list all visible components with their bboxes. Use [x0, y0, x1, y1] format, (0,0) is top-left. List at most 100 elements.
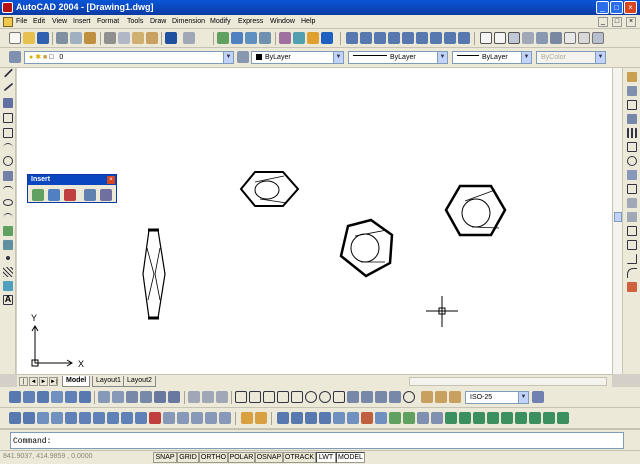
- external-reference-icon[interactable]: [48, 189, 60, 201]
- surface-wedge-icon[interactable]: [51, 412, 63, 424]
- publish-icon[interactable]: [84, 32, 96, 44]
- open-icon[interactable]: [23, 32, 35, 44]
- drawing-canvas[interactable]: Y X: [17, 68, 612, 374]
- cylinder-icon[interactable]: [37, 391, 49, 403]
- break-at-point-icon[interactable]: [627, 226, 637, 236]
- render-icon[interactable]: [550, 32, 562, 44]
- camera-icon[interactable]: [487, 412, 499, 424]
- continue-dimension-icon[interactable]: [375, 391, 387, 403]
- 3d-face-icon[interactable]: [23, 412, 35, 424]
- array-icon[interactable]: [627, 128, 637, 138]
- ordinate-dimension-icon[interactable]: [277, 391, 289, 403]
- hex-nut-top-view-2[interactable]: [339, 218, 394, 278]
- plot-preview-icon[interactable]: [70, 32, 82, 44]
- mapping-icon[interactable]: [333, 412, 345, 424]
- linetype-dropdown[interactable]: ByLayer ▼: [348, 51, 448, 64]
- revolved-surface-icon[interactable]: [177, 412, 189, 424]
- model-space-toggle[interactable]: MODEL: [336, 452, 365, 463]
- dimension-update-icon[interactable]: [449, 391, 461, 403]
- torus-icon[interactable]: [79, 391, 91, 403]
- materials-library-icon[interactable]: [319, 412, 331, 424]
- wireframe-icon[interactable]: [564, 32, 576, 44]
- cursor-coordinates[interactable]: 841.9037, 414.9859 , 0.0000: [3, 453, 93, 460]
- menu-draw[interactable]: Draw: [150, 18, 166, 25]
- layer-manager-icon[interactable]: [9, 51, 21, 63]
- flat-shaded-icon[interactable]: [592, 32, 604, 44]
- lineweight-dropdown[interactable]: ByLayer ▼: [452, 51, 532, 64]
- surface-sphere-icon[interactable]: [93, 412, 105, 424]
- mdi-minimize-button[interactable]: _: [598, 17, 608, 27]
- landscape-library-icon[interactable]: [403, 412, 415, 424]
- tab-layout2[interactable]: Layout2: [123, 376, 156, 387]
- view-top-icon[interactable]: [480, 32, 492, 44]
- menu-view[interactable]: View: [52, 18, 67, 25]
- ellipse-arc-icon[interactable]: [3, 213, 13, 223]
- pan-3d-icon[interactable]: [543, 412, 555, 424]
- zoom-3d-icon[interactable]: [529, 412, 541, 424]
- zoom-all-icon[interactable]: [374, 32, 386, 44]
- materials-icon[interactable]: [305, 412, 317, 424]
- fog-icon[interactable]: [361, 412, 373, 424]
- section-icon[interactable]: [140, 391, 152, 403]
- zoom-out-icon[interactable]: [360, 32, 372, 44]
- new-icon[interactable]: [9, 32, 21, 44]
- otrack-toggle[interactable]: OTRACK: [283, 452, 316, 463]
- zoom-center-icon[interactable]: [416, 32, 428, 44]
- clip-plane-icon[interactable]: [515, 412, 527, 424]
- hidden-icon[interactable]: [578, 32, 590, 44]
- ruled-surface-icon[interactable]: [205, 412, 217, 424]
- back-clip-icon[interactable]: [557, 412, 569, 424]
- mdi-restore-button[interactable]: □: [612, 17, 622, 27]
- jogged-dimension-icon[interactable]: [305, 391, 317, 403]
- surface-torus-icon[interactable]: [135, 412, 147, 424]
- snap-toggle[interactable]: SNAP: [153, 452, 177, 463]
- swivel-icon[interactable]: [473, 412, 485, 424]
- move-icon[interactable]: [627, 142, 637, 152]
- wedge-icon[interactable]: [65, 391, 77, 403]
- extrude-icon[interactable]: [98, 391, 110, 403]
- revolve-icon[interactable]: [112, 391, 124, 403]
- dimension-edit-icon[interactable]: [421, 391, 433, 403]
- close-button[interactable]: ×: [624, 1, 637, 14]
- revision-cloud-icon[interactable]: [3, 171, 13, 181]
- circle-icon[interactable]: [3, 156, 13, 166]
- zoom-dynamic-icon[interactable]: [444, 32, 456, 44]
- menu-express[interactable]: Express: [238, 18, 263, 25]
- dome-icon[interactable]: [107, 412, 119, 424]
- save-icon[interactable]: [37, 32, 49, 44]
- grid-toggle[interactable]: GRID: [177, 452, 199, 463]
- break-icon[interactable]: [627, 240, 637, 250]
- slice-icon[interactable]: [126, 391, 138, 403]
- copy-object-icon[interactable]: [627, 86, 637, 96]
- scale-icon[interactable]: [627, 170, 637, 180]
- statistics-icon[interactable]: [431, 412, 443, 424]
- command-line[interactable]: Command:: [10, 432, 624, 449]
- menu-window[interactable]: Window: [270, 18, 295, 25]
- linear-dimension-icon[interactable]: [235, 391, 247, 403]
- insert-block-icon[interactable]: [32, 189, 44, 201]
- angular-dimension-icon[interactable]: [333, 391, 345, 403]
- layer-dropdown[interactable]: ● ✱ ■ □ 0 ▼: [24, 51, 234, 64]
- hex-nut-top-view-1[interactable]: [239, 171, 300, 207]
- line-icon[interactable]: [3, 68, 14, 78]
- dimension-style-dropdown[interactable]: ISO-25 ▼: [465, 391, 529, 404]
- diameter-dimension-icon[interactable]: [319, 391, 331, 403]
- tab-layout1[interactable]: Layout1: [92, 376, 125, 387]
- chevron-down-icon[interactable]: ▼: [437, 52, 447, 63]
- plotstyle-dropdown[interactable]: ByColor ▼: [536, 51, 606, 64]
- match-properties-icon[interactable]: [146, 32, 158, 44]
- menu-modify[interactable]: Modify: [210, 18, 231, 25]
- hex-nut-side-view[interactable]: [142, 228, 166, 320]
- osnap-toggle[interactable]: OSNAP: [255, 452, 283, 463]
- chevron-down-icon[interactable]: ▼: [518, 392, 528, 403]
- mdi-close-button[interactable]: ×: [626, 17, 636, 27]
- cone-icon[interactable]: [51, 391, 63, 403]
- insert-toolbar-title[interactable]: Insert: [28, 175, 116, 185]
- make-layer-current-icon[interactable]: [237, 51, 249, 63]
- chevron-down-icon[interactable]: ▼: [521, 52, 531, 63]
- zoom-object-icon[interactable]: [430, 32, 442, 44]
- insert-block-icon[interactable]: [3, 226, 13, 236]
- surface-box-icon[interactable]: [37, 412, 49, 424]
- minimize-button[interactable]: _: [596, 1, 609, 14]
- sphere-icon[interactable]: [23, 391, 35, 403]
